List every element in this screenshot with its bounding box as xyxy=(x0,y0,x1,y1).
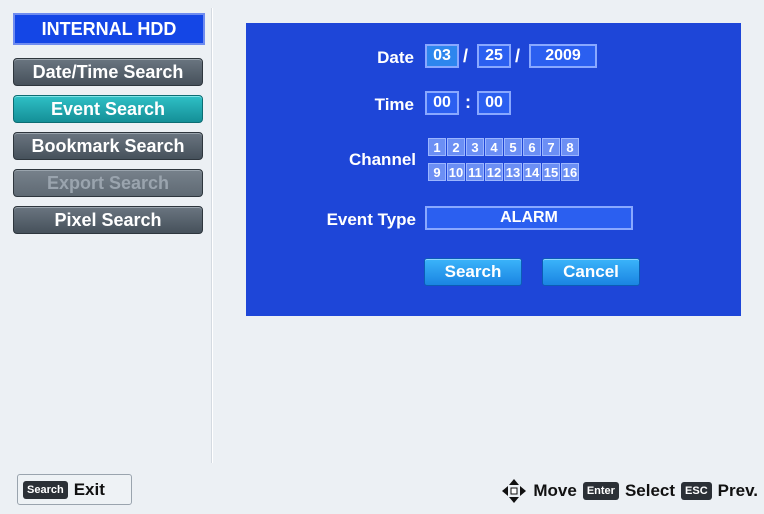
time-hour-field[interactable]: 00 xyxy=(425,91,459,115)
sidebar-item-datetime-search[interactable]: Date/Time Search xyxy=(13,58,203,86)
channel-1-checkbox[interactable]: 1 xyxy=(428,138,446,156)
channel-10-checkbox[interactable]: 10 xyxy=(447,163,465,181)
date-separator: / xyxy=(463,46,469,66)
channel-6-checkbox[interactable]: 6 xyxy=(523,138,541,156)
channel-16-checkbox[interactable]: 16 xyxy=(561,163,579,181)
sidebar-item-pixel-search[interactable]: Pixel Search xyxy=(13,206,203,234)
exit-label: Exit xyxy=(73,479,105,499)
date-separator: / xyxy=(515,46,521,66)
sidebar-item-bookmark-search[interactable]: Bookmark Search xyxy=(13,132,203,160)
event-search-panel: Date 03 / 25 / 2009 Time 00 : 00 Channel… xyxy=(246,23,741,316)
channel-3-checkbox[interactable]: 3 xyxy=(466,138,484,156)
select-hint-label: Select xyxy=(624,481,676,500)
esc-key-icon: ESC xyxy=(681,482,712,500)
sidebar-divider xyxy=(211,8,213,463)
channel-4-checkbox[interactable]: 4 xyxy=(485,138,503,156)
channel-5-checkbox[interactable]: 5 xyxy=(504,138,522,156)
channel-8-checkbox[interactable]: 8 xyxy=(561,138,579,156)
storage-title: INTERNAL HDD xyxy=(13,13,205,45)
date-month-field[interactable]: 03 xyxy=(425,44,459,68)
move-hint-label: Move xyxy=(533,481,577,500)
channel-14-checkbox[interactable]: 14 xyxy=(523,163,541,181)
sidebar-item-export-search: Export Search xyxy=(13,169,203,197)
channel-13-checkbox[interactable]: 13 xyxy=(504,163,522,181)
search-key-icon: Search xyxy=(23,480,68,499)
channel-15-checkbox[interactable]: 15 xyxy=(542,163,560,181)
channel-11-checkbox[interactable]: 11 xyxy=(466,163,484,181)
four-way-arrows-icon xyxy=(502,479,527,503)
channel-2-checkbox[interactable]: 2 xyxy=(447,138,465,156)
key-hints: Move Enter Select ESC Prev. xyxy=(501,478,758,504)
date-label: Date xyxy=(377,48,414,67)
prev-hint-label: Prev. xyxy=(717,481,758,500)
event-type-select[interactable]: ALARM xyxy=(425,206,633,230)
channel-label: Channel xyxy=(348,150,416,169)
channel-12-checkbox[interactable]: 12 xyxy=(485,163,503,181)
channel-7-checkbox[interactable]: 7 xyxy=(542,138,560,156)
exit-button[interactable]: Search Exit xyxy=(17,474,132,505)
time-separator: : xyxy=(465,92,471,112)
search-button[interactable]: Search xyxy=(424,258,522,286)
channel-9-checkbox[interactable]: 9 xyxy=(428,163,446,181)
event-type-label: Event Type xyxy=(326,210,416,229)
cancel-button[interactable]: Cancel xyxy=(542,258,640,286)
sidebar-item-event-search[interactable]: Event Search xyxy=(13,95,203,123)
time-label: Time xyxy=(374,95,414,114)
enter-key-icon: Enter xyxy=(582,482,619,500)
date-day-field[interactable]: 25 xyxy=(477,44,511,68)
date-year-field[interactable]: 2009 xyxy=(529,44,597,68)
time-minute-field[interactable]: 00 xyxy=(477,91,511,115)
